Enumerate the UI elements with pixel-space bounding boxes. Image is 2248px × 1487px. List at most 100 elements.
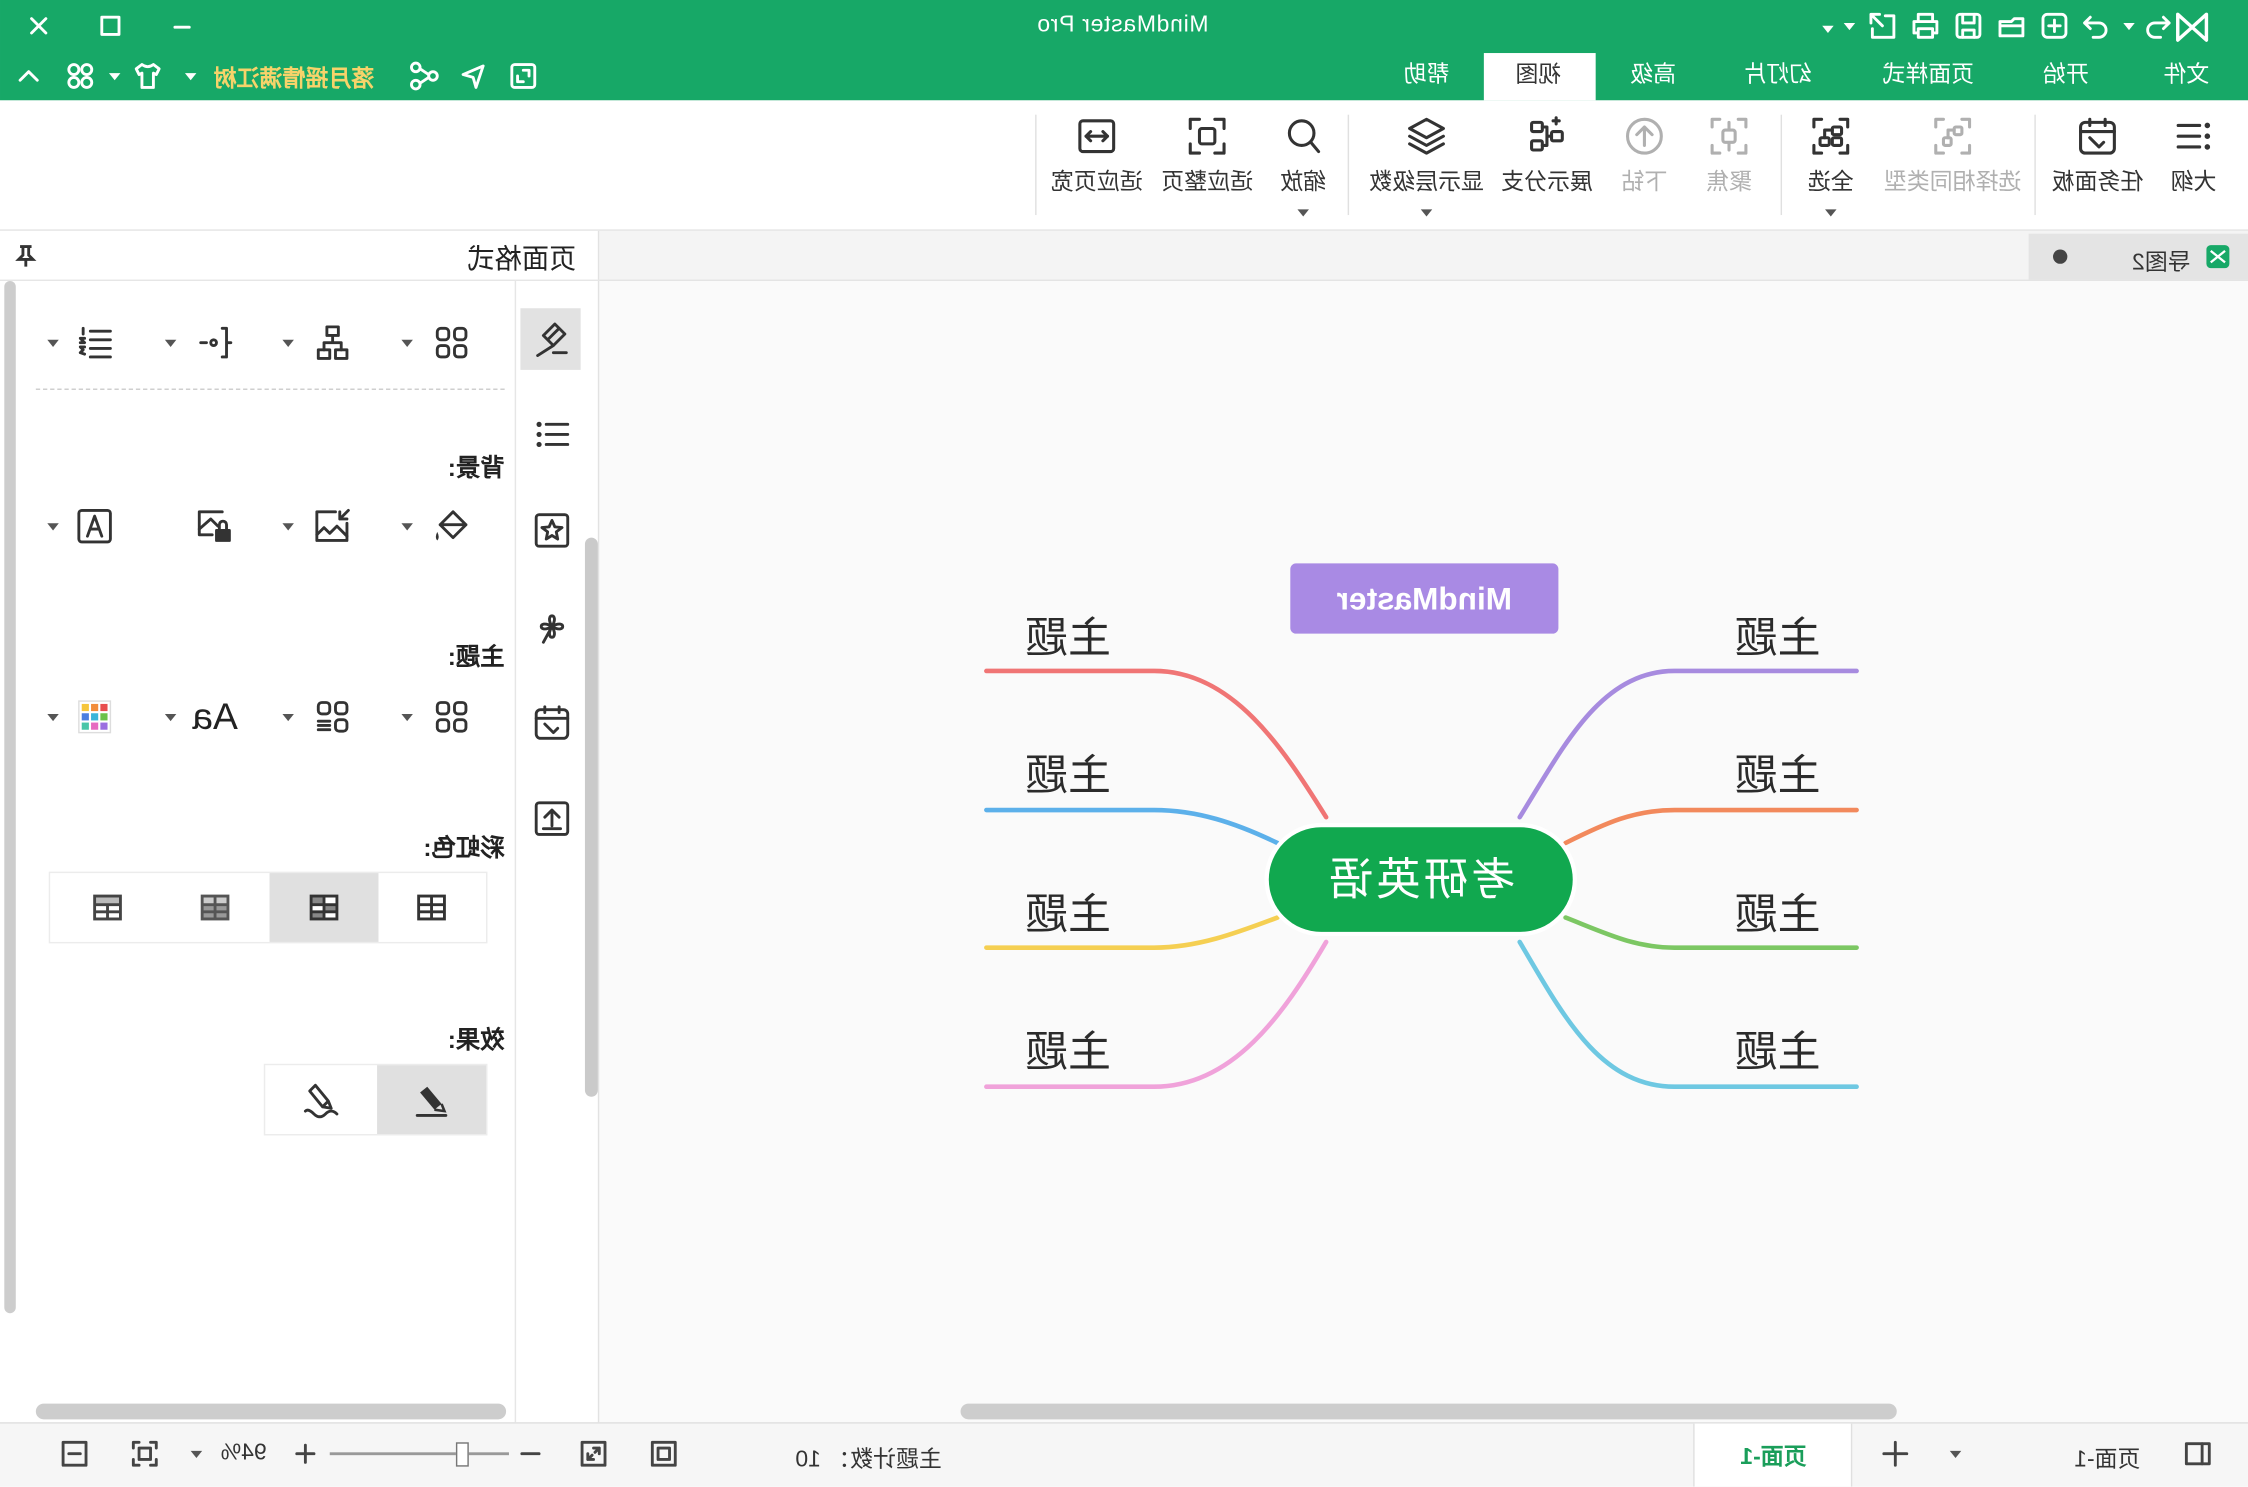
zoom-caret[interactable]	[1297, 209, 1309, 223]
pin-icon[interactable]	[15, 245, 37, 268]
outline-list-icon[interactable]	[532, 414, 572, 454]
tab-home[interactable]: 开始	[2043, 52, 2089, 101]
page-selector[interactable]: 页面-1	[2074, 1439, 2140, 1473]
quick-access-more-caret[interactable]	[1822, 25, 1834, 39]
theme-grid-icon[interactable]	[432, 697, 472, 737]
share-icon[interactable]	[409, 60, 441, 92]
fit-page-status-icon[interactable]	[648, 1438, 680, 1470]
theme-font-caret[interactable]	[164, 713, 177, 727]
presentation-view-icon[interactable]	[59, 1438, 91, 1470]
export-icon[interactable]	[1867, 10, 1899, 42]
watermark-caret[interactable]	[47, 523, 59, 537]
theme-style-caret[interactable]	[282, 713, 294, 727]
remove-background-icon[interactable]	[195, 506, 235, 546]
fullscreen-icon[interactable]	[508, 60, 540, 92]
save-icon[interactable]	[1953, 10, 1985, 42]
tab-file[interactable]: 文件	[2163, 52, 2209, 101]
page-selector-caret[interactable]	[1949, 1450, 1962, 1464]
main-topic[interactable]: 主题	[1025, 879, 1111, 942]
show-levels-button[interactable]: 显示层级数	[1362, 109, 1491, 227]
zoom-in-icon[interactable]	[290, 1438, 322, 1470]
zoom-slider-thumb[interactable]	[455, 1442, 469, 1467]
cursor-icon[interactable]	[457, 60, 489, 92]
zoom-out-icon[interactable]	[515, 1438, 547, 1470]
apps-caret[interactable]	[108, 73, 121, 87]
watermark-icon[interactable]	[75, 506, 115, 546]
zoom-slider-track[interactable]	[329, 1452, 509, 1456]
main-topic[interactable]: 主题	[1025, 740, 1111, 803]
floating-topic[interactable]: MindMaster	[1290, 563, 1559, 634]
close-tab-dot-icon[interactable]	[2053, 249, 2068, 264]
numbering-caret[interactable]	[47, 339, 59, 353]
color-scheme-icon[interactable]	[75, 697, 115, 737]
layout-grid-icon[interactable]	[432, 323, 472, 363]
connector-style-icon[interactable]	[195, 323, 235, 363]
page-list-toggle-icon[interactable]	[2182, 1438, 2214, 1470]
open-icon[interactable]	[1996, 10, 2028, 42]
collapse-ribbon-icon[interactable]	[13, 60, 45, 92]
color-scheme-caret[interactable]	[47, 713, 59, 727]
main-topic[interactable]: 主题	[1735, 602, 1821, 665]
panel-vertical-scrollbar[interactable]	[4, 280, 16, 1314]
main-topic[interactable]: 主题	[1025, 1016, 1111, 1079]
hand-drawn-off-icon[interactable]	[411, 1080, 451, 1120]
add-page-icon[interactable]	[1880, 1438, 1912, 1470]
print-icon[interactable]	[1910, 10, 1942, 42]
org-structure-icon[interactable]	[313, 323, 353, 363]
central-topic[interactable]: 考研英语	[1268, 827, 1573, 932]
rainbow-option-1-icon[interactable]	[411, 887, 451, 927]
fit-page-button[interactable]: 适应整页	[1157, 109, 1257, 227]
show-levels-caret[interactable]	[1420, 209, 1433, 223]
user-menu-caret[interactable]	[184, 73, 197, 87]
tab-help[interactable]: 帮助	[1404, 52, 1450, 101]
main-topic[interactable]: 主题	[1735, 879, 1821, 942]
tab-advanced[interactable]: 高级	[1630, 52, 1676, 101]
hand-drawn-effect-icon[interactable]	[301, 1080, 341, 1120]
numbering-icon[interactable]	[75, 323, 115, 363]
fullscreen-status-icon[interactable]	[578, 1438, 610, 1470]
show-branch-button[interactable]: 展示分支	[1497, 109, 1597, 227]
page-format-icon[interactable]	[532, 320, 572, 360]
tab-slideshow[interactable]: 幻灯片	[1743, 52, 1812, 101]
canvas-horizontal-scrollbar[interactable]	[960, 1403, 1897, 1420]
redo-icon[interactable]	[2080, 10, 2112, 42]
select-same-type-button[interactable]: 选择相同类型	[1874, 109, 2032, 227]
maximize-icon[interactable]	[95, 10, 127, 42]
tab-view[interactable]: 视图	[1515, 52, 1561, 101]
app-logo-icon[interactable]	[2175, 10, 2209, 44]
select-all-caret[interactable]	[1825, 209, 1837, 223]
background-image-icon[interactable]	[313, 506, 353, 546]
main-topic[interactable]: 主题	[1735, 1016, 1821, 1079]
user-name[interactable]: 落月摇情满江树	[214, 59, 375, 93]
main-topic[interactable]: 主题	[1025, 602, 1111, 665]
structure-caret[interactable]	[282, 339, 294, 353]
fit-window-icon[interactable]	[129, 1438, 161, 1470]
theme-caret[interactable]	[401, 713, 413, 727]
rainbow-option-4-icon[interactable]	[87, 887, 127, 927]
document-tab[interactable]: 导图2	[2028, 233, 2248, 280]
rainbow-option-2-icon[interactable]	[304, 887, 344, 927]
zoom-level[interactable]: 94%	[221, 1441, 267, 1467]
theme-font-sample[interactable]: Aa	[192, 695, 238, 739]
fit-width-button[interactable]: 适应页宽	[1047, 109, 1147, 227]
undo-dropdown-caret[interactable]	[2123, 22, 2135, 36]
tab-page-style[interactable]: 页面样式	[1882, 52, 1974, 101]
drill-down-button[interactable]: 下钻	[1594, 109, 1694, 227]
zoom-level-caret[interactable]	[190, 1450, 203, 1464]
new-file-icon[interactable]	[2039, 10, 2071, 42]
panel-side-scrollbar[interactable]	[584, 537, 598, 1097]
apps-grid-icon[interactable]	[65, 60, 97, 92]
connector-caret[interactable]	[164, 339, 177, 353]
clipart-icon[interactable]	[532, 510, 572, 550]
skin-shirt-icon[interactable]	[132, 60, 164, 92]
undo-icon[interactable]	[2142, 10, 2174, 42]
fill-color-caret[interactable]	[401, 523, 413, 537]
export-dropdown-caret[interactable]	[1843, 22, 1856, 36]
panel-horizontal-scrollbar[interactable]	[35, 1403, 507, 1420]
close-icon[interactable]	[23, 10, 55, 42]
main-topic[interactable]: 主题	[1735, 740, 1821, 803]
minimize-icon[interactable]	[166, 10, 198, 42]
clover-icon[interactable]	[532, 606, 572, 646]
zoom-button[interactable]: 缩放	[1253, 109, 1353, 227]
outline-button[interactable]: 大纲	[2143, 109, 2243, 227]
